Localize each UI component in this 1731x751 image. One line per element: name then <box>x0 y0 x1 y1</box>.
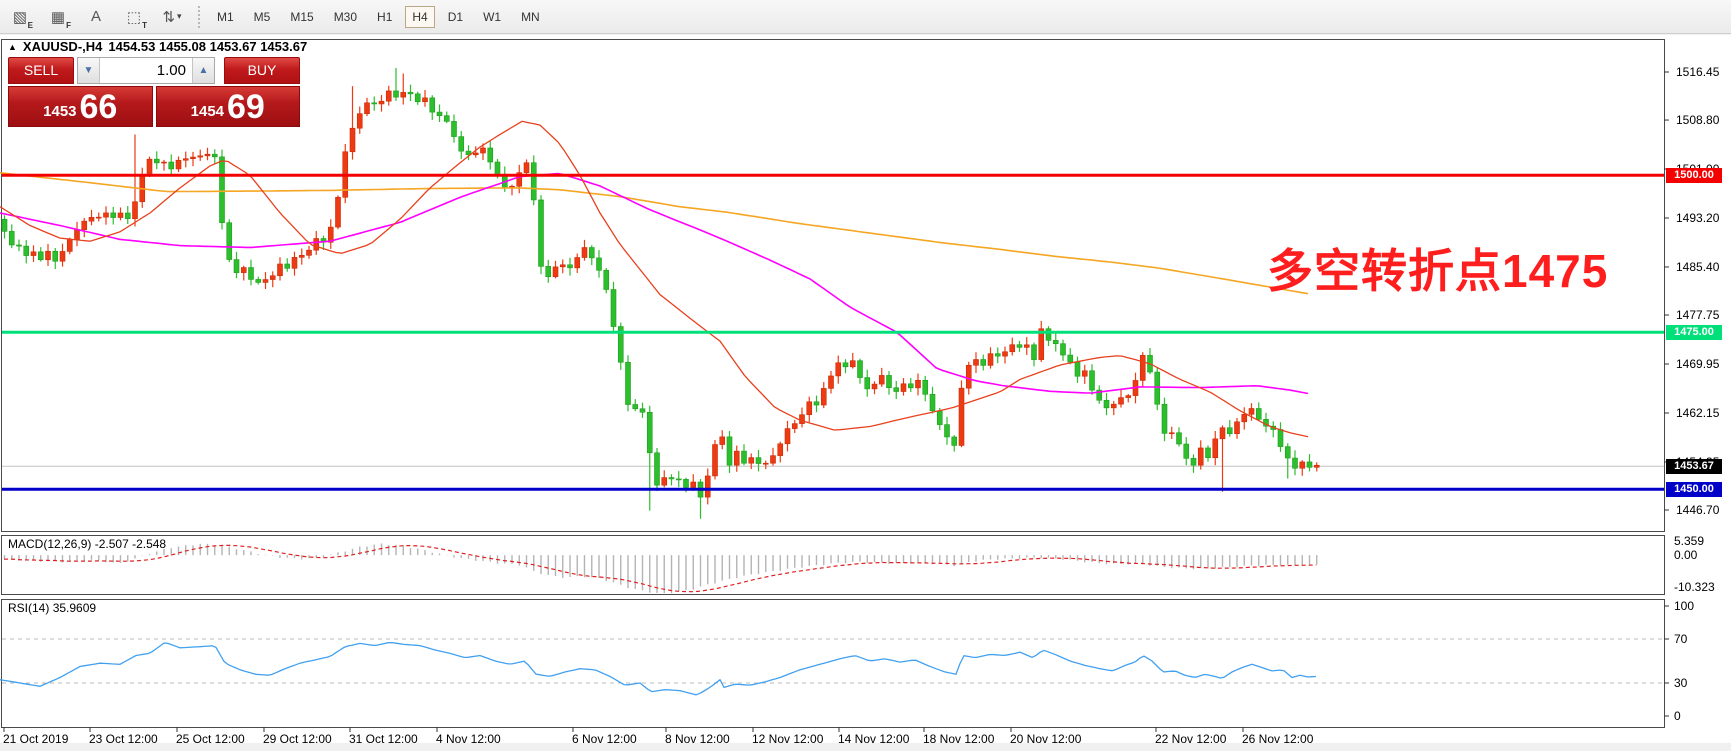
sell-price-display[interactable]: 1453 66 <box>8 86 153 127</box>
chart-annotation-text[interactable]: 多空转折点1475 <box>1267 235 1608 301</box>
grid-f-icon[interactable]: ▦F <box>46 6 70 28</box>
svg-text:1462.15: 1462.15 <box>1676 406 1720 420</box>
ma-fast-red <box>0 121 1308 436</box>
svg-text:31 Oct 12:00: 31 Oct 12:00 <box>349 732 418 743</box>
timeframe-W1[interactable]: W1 <box>476 6 508 28</box>
volume-decrease-button[interactable]: ▼ <box>78 58 100 83</box>
svg-text:1516.45: 1516.45 <box>1676 65 1720 79</box>
svg-text:70: 70 <box>1674 632 1688 646</box>
buy-price-main: 1454 <box>191 103 224 120</box>
top-toolbar: ▧E ▦F A ⬚T ⇅▾ M1 M5M15 M30 H1 H4 D1 W1 MN <box>0 0 1731 34</box>
svg-text:20 Nov 12:00: 20 Nov 12:00 <box>1010 732 1082 743</box>
svg-text:23 Oct 12:00: 23 Oct 12:00 <box>89 732 158 743</box>
sell-price-main: 1453 <box>43 103 76 120</box>
svg-text:1446.70: 1446.70 <box>1676 503 1720 517</box>
svg-text:14 Nov 12:00: 14 Nov 12:00 <box>838 732 910 743</box>
svg-text:-10.323: -10.323 <box>1674 580 1715 594</box>
svg-text:1477.75: 1477.75 <box>1676 308 1720 322</box>
buy-price-display[interactable]: 1454 69 <box>156 86 301 127</box>
rsi-line <box>0 643 1316 695</box>
drawing-tools-group: ▧E ▦F A ⬚T ⇅▾ <box>0 6 184 28</box>
svg-text:1508.80: 1508.80 <box>1676 113 1720 127</box>
symbol-ohlc-values: 1454.53 1455.08 1453.67 1453.67 <box>108 39 307 54</box>
buy-button[interactable]: BUY <box>224 57 300 84</box>
volume-increase-button[interactable]: ▲ <box>192 58 214 83</box>
svg-text:21 Oct 2019: 21 Oct 2019 <box>3 732 69 743</box>
toolbar-separator <box>198 6 202 28</box>
text-label-icon[interactable]: A <box>84 6 108 28</box>
chart-canvas: 1516.451508.801501.001493.201485.401477.… <box>0 35 1731 743</box>
trading-terminal-window: ▧E ▦F A ⬚T ⇅▾ M1 M5M15 M30 H1 H4 D1 W1 MN 1516.45 15… <box>0 0 1731 751</box>
svg-text:6 Nov 12:00: 6 Nov 12:00 <box>572 732 637 743</box>
up-arrow-icon: ▲ <box>199 65 209 76</box>
current-price-tag: 1453.67 <box>1666 459 1722 474</box>
level-price-tag-1475.00: 1475.00 <box>1666 325 1722 340</box>
chart-area[interactable]: 1516.451508.801501.001493.201485.401477.… <box>0 35 1731 743</box>
svg-text:0: 0 <box>1674 709 1681 723</box>
svg-text:25 Oct 12:00: 25 Oct 12:00 <box>176 732 245 743</box>
svg-text:12 Nov 12:00: 12 Nov 12:00 <box>752 732 824 743</box>
svg-text:5.359: 5.359 <box>1674 534 1704 548</box>
one-click-trading-panel: SELL ▼ ▲ BUY 1453 66 1454 69 <box>8 57 300 127</box>
svg-text:0.00: 0.00 <box>1674 548 1698 562</box>
timeframe-H1[interactable]: H1 <box>370 6 399 28</box>
macd-indicator-label: MACD(12,26,9) -2.507 -2.548 <box>8 537 166 551</box>
text-box-icon[interactable]: ⬚T <box>122 6 146 28</box>
level-price-tag-1450.00: 1450.00 <box>1666 482 1722 497</box>
svg-text:4 Nov 12:00: 4 Nov 12:00 <box>436 732 501 743</box>
sell-price-pips: 66 <box>80 90 118 124</box>
ma-slow-orange <box>0 173 1308 294</box>
timeframe-D1[interactable]: D1 <box>441 6 470 28</box>
rsi-indicator-label: RSI(14) 35.9609 <box>8 601 96 615</box>
ma-mid-magenta <box>0 174 1308 394</box>
timeframe-M5[interactable]: M5 <box>247 6 278 28</box>
svg-text:1493.20: 1493.20 <box>1676 211 1720 225</box>
level-price-tag-1500.00: 1500.00 <box>1666 168 1722 183</box>
svg-text:18 Nov 12:00: 18 Nov 12:00 <box>923 732 995 743</box>
svg-text:1485.40: 1485.40 <box>1676 260 1720 274</box>
timeframe-M30[interactable]: M30 <box>327 6 364 28</box>
timeframe-toolbar: M1 M5M15 M30 H1 H4 D1 W1 MN <box>210 6 547 28</box>
timeframe-M1[interactable]: M1 <box>210 6 241 28</box>
down-arrow-icon: ▼ <box>84 65 94 76</box>
indicators-e-icon[interactable]: ▧E <box>8 6 32 28</box>
svg-text:8 Nov 12:00: 8 Nov 12:00 <box>665 732 730 743</box>
svg-text:26 Nov 12:00: 26 Nov 12:00 <box>1242 732 1314 743</box>
svg-text:100: 100 <box>1674 599 1694 613</box>
svg-text:29 Oct 12:00: 29 Oct 12:00 <box>263 732 332 743</box>
collapse-triangle-icon[interactable]: ▲ <box>8 42 17 52</box>
timeframe-H4[interactable]: H4 <box>405 6 434 28</box>
timeframe-M15[interactable]: M15 <box>283 6 320 28</box>
svg-text:22 Nov 12:00: 22 Nov 12:00 <box>1155 732 1227 743</box>
symbol-header: ▲ XAUUSD-,H4 1454.53 1455.08 1453.67 145… <box>8 39 307 54</box>
svg-text:1469.95: 1469.95 <box>1676 357 1720 371</box>
buy-price-pips: 69 <box>227 90 265 124</box>
arrows-tool-icon[interactable]: ⇅▾ <box>160 6 184 28</box>
volume-control: ▼ ▲ <box>77 57 215 84</box>
sell-button[interactable]: SELL <box>8 57 74 84</box>
symbol-title: XAUUSD-,H4 <box>23 39 102 54</box>
timeframe-MN[interactable]: MN <box>514 6 547 28</box>
svg-text:30: 30 <box>1674 676 1688 690</box>
volume-input[interactable] <box>100 58 192 83</box>
